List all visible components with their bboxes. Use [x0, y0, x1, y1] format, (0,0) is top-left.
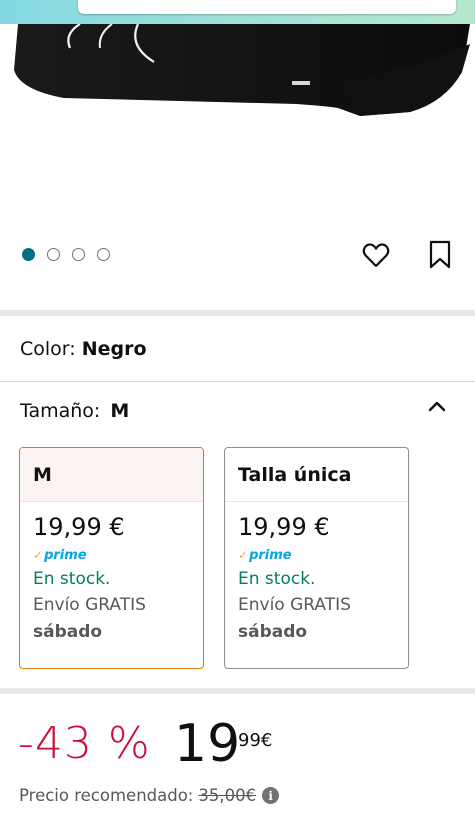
chevron-up-icon[interactable]	[427, 398, 447, 412]
color-value: Negro	[81, 338, 147, 360]
stock-status: En stock.	[238, 569, 316, 589]
carousel-dot[interactable]	[47, 248, 60, 261]
price-cents: 99	[238, 730, 261, 751]
size-option-price: 19,99 €	[33, 513, 125, 541]
size-option-talla-unica[interactable]: Talla única 19,99 € ✓ prime En stock. En…	[224, 447, 409, 669]
image-carousel-dots	[22, 248, 110, 261]
prime-label: prime	[44, 547, 87, 563]
price-currency: €	[260, 730, 273, 751]
size-option-price: 19,99 €	[238, 513, 330, 541]
bookmark-icon[interactable]	[428, 240, 452, 270]
delivery-day: sábado	[238, 622, 308, 642]
divider	[0, 381, 475, 382]
section-divider	[0, 688, 475, 694]
size-selector-header[interactable]: Tamaño: M	[20, 400, 129, 422]
shipping-info: Envío GRATIS	[238, 595, 351, 615]
carousel-dot[interactable]	[22, 248, 35, 261]
prime-label: prime	[249, 547, 292, 563]
list-price-label: Precio recomendado:	[19, 786, 194, 805]
heart-icon[interactable]	[362, 242, 390, 268]
size-option-m[interactable]: M 19,99 € ✓ prime En stock. Envío GRATIS…	[19, 447, 204, 669]
stock-status: En stock.	[33, 569, 111, 589]
search-input[interactable]	[78, 0, 456, 14]
discount-percentage: -43 %	[18, 718, 151, 769]
info-icon[interactable]: i	[262, 787, 280, 804]
size-option-name: M	[20, 448, 203, 502]
size-value: M	[110, 400, 130, 422]
section-divider	[0, 310, 475, 316]
prime-check-icon: ✓	[33, 548, 44, 562]
delivery-day: sábado	[33, 622, 103, 642]
shipping-info: Envío GRATIS	[33, 595, 146, 615]
color-selector[interactable]: Color: Negro	[20, 338, 147, 360]
product-image[interactable]	[0, 24, 475, 124]
carousel-dot[interactable]	[72, 248, 85, 261]
color-label: Color:	[20, 338, 82, 360]
header-bar	[0, 0, 475, 24]
size-label: Tamaño:	[20, 400, 101, 422]
prime-check-icon: ✓	[238, 548, 249, 562]
list-price-value: 35,00€	[198, 786, 257, 805]
list-price: Precio recomendado: 35,00€ i	[19, 786, 280, 805]
carousel-dot[interactable]	[97, 248, 110, 261]
prime-badge: ✓ prime	[238, 547, 408, 563]
price-fraction: 99€	[238, 730, 272, 751]
size-option-name: Talla única	[225, 448, 408, 502]
prime-badge: ✓ prime	[33, 547, 203, 563]
price-whole: 19	[174, 714, 241, 774]
